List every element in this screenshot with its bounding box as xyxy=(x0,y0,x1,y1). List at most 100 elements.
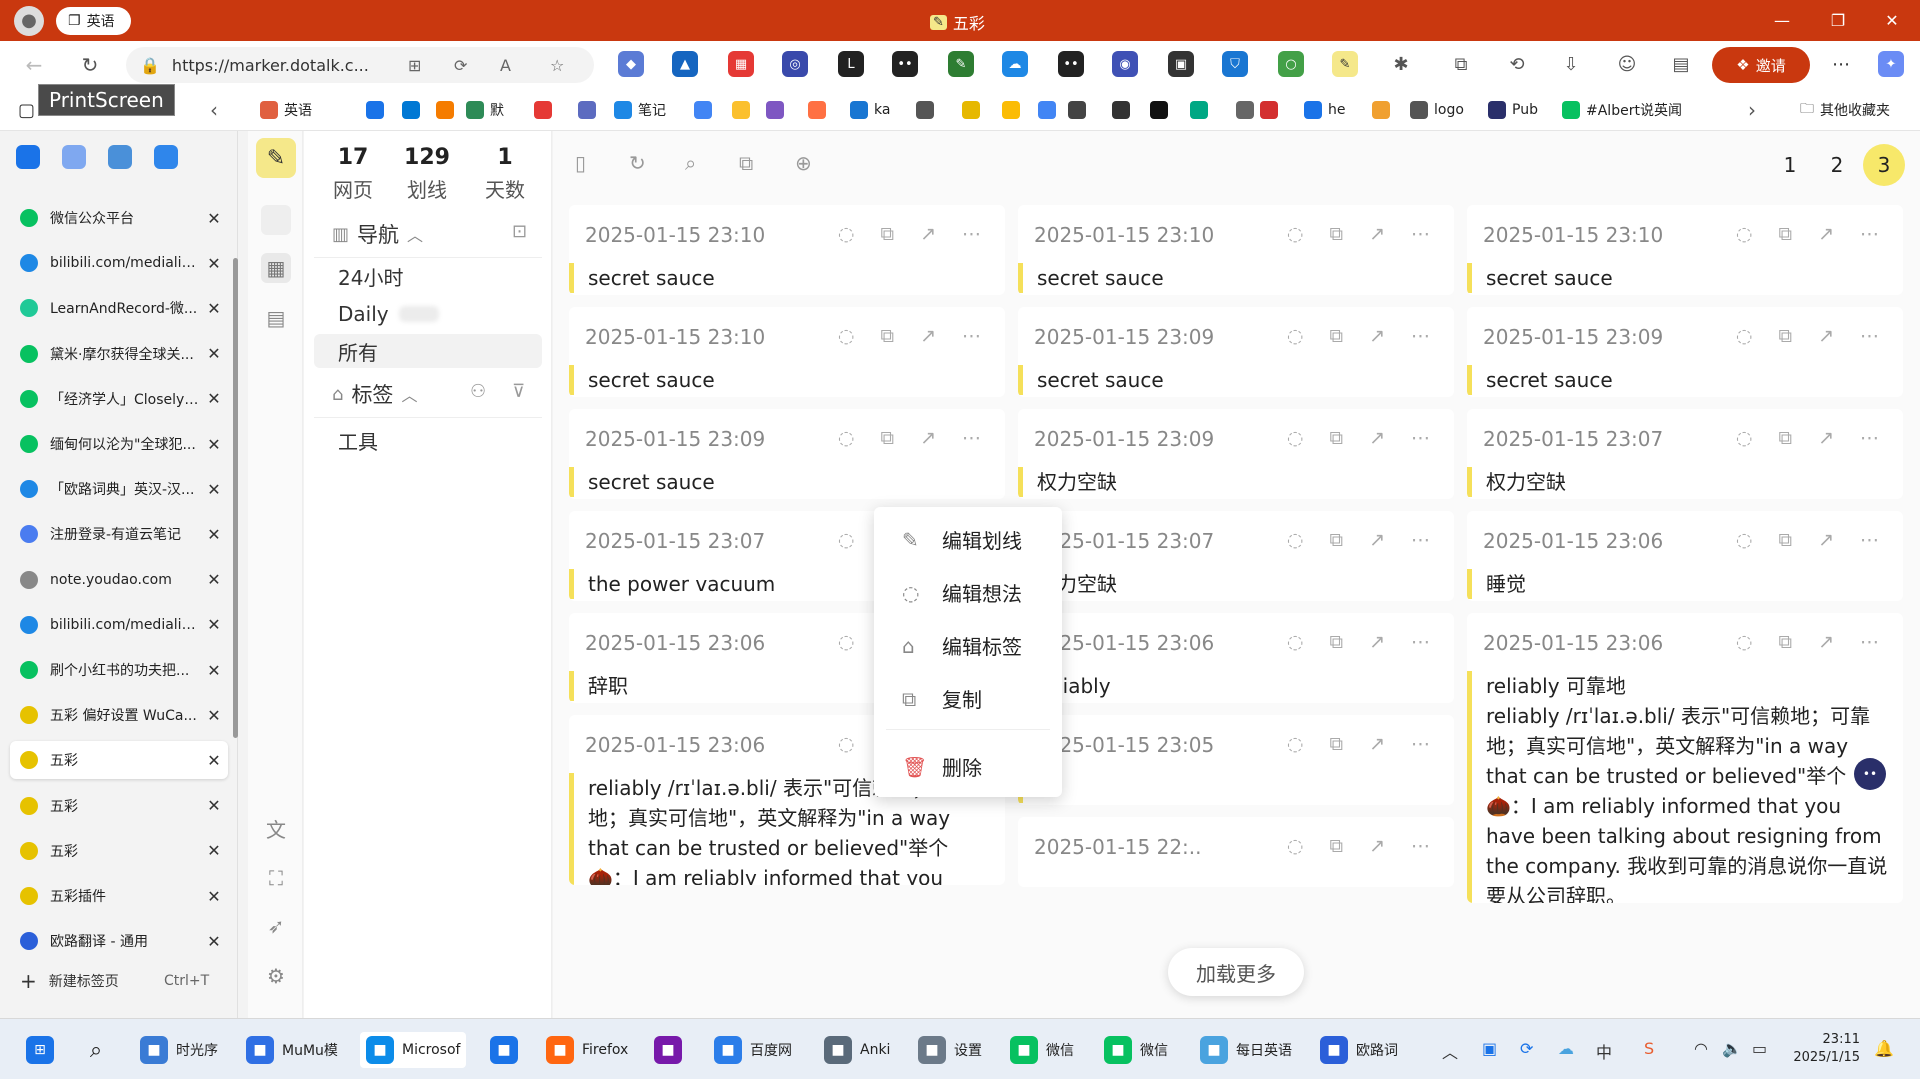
copy-icon[interactable]: ⧉ xyxy=(1330,529,1344,551)
tray-ime-icon[interactable]: 中 xyxy=(1596,1039,1612,1063)
pinned-tab-icon[interactable] xyxy=(108,145,132,169)
load-more-button[interactable]: 加载更多 xyxy=(1168,948,1304,996)
extension-bot-icon[interactable]: ◉ xyxy=(1112,51,1138,77)
copy-icon[interactable]: ⧉ xyxy=(1779,325,1793,347)
highlight-card[interactable]: 2025-01-15 23:10 ◌ ⧉ ↗ ⋯ secret sauce xyxy=(569,307,1005,397)
close-tab-icon[interactable]: ✕ xyxy=(200,570,228,589)
taskbar-app[interactable]: ■ Anki xyxy=(818,1032,896,1068)
extension-circle-icon[interactable]: ◎ xyxy=(782,51,808,77)
bookmark-item[interactable] xyxy=(534,98,552,122)
search-icon[interactable]: ⌕ xyxy=(685,151,696,175)
taskbar-app[interactable]: ■ Microsof xyxy=(360,1032,467,1068)
more-dots-icon[interactable]: ⋯ xyxy=(1860,529,1879,551)
collections-icon[interactable]: ⧉ xyxy=(1448,51,1474,77)
close-tab-icon[interactable]: ✕ xyxy=(200,615,228,634)
grid-view-icon[interactable]: ▦ xyxy=(261,253,291,283)
more-dots-icon[interactable]: ⋯ xyxy=(1411,835,1430,857)
taskbar-app[interactable]: ■ 百度网 xyxy=(708,1032,798,1068)
highlight-card[interactable]: 2025-01-15 23:10 ◌ ⧉ ↗ ⋯ secret sauce xyxy=(569,205,1005,295)
tab-actions-icon[interactable]: ▢ xyxy=(18,100,35,121)
more-dots-icon[interactable]: ⋯ xyxy=(962,223,981,245)
favorite-star-icon[interactable]: ☆ xyxy=(550,56,564,75)
copy-icon[interactable]: ⧉ xyxy=(1330,427,1344,449)
menu-copy[interactable]: ⧉ 复制 xyxy=(902,684,982,713)
comment-icon[interactable]: ◌ xyxy=(1287,733,1304,755)
nav-section-header[interactable]: ▥ 导航 ︿ xyxy=(332,219,423,249)
copy-icon[interactable]: ⧉ xyxy=(1330,223,1344,245)
open-external-icon[interactable]: ↗ xyxy=(1818,631,1834,653)
copy-icon[interactable]: ⧉ xyxy=(1779,631,1793,653)
more-dots-icon[interactable]: ⋯ xyxy=(1860,631,1879,653)
scan-icon[interactable]: ⛶ xyxy=(261,863,291,893)
comment-icon[interactable]: ◌ xyxy=(838,631,855,653)
tag-tree-icon[interactable]: ⚇ xyxy=(470,381,486,402)
tray-chevron-icon[interactable]: ︿ xyxy=(1442,1039,1458,1063)
reload-button[interactable]: ↻ xyxy=(72,47,108,83)
extension-ring-icon[interactable]: ○ xyxy=(1278,51,1304,77)
close-tab-icon[interactable]: ✕ xyxy=(200,480,228,499)
copy-icon[interactable]: ⧉ xyxy=(1779,529,1793,551)
panel-toggle-icon[interactable]: ▯ xyxy=(575,151,586,175)
bookmark-item[interactable] xyxy=(1236,98,1254,122)
extensions-puzzle-icon[interactable]: ✱ xyxy=(1388,51,1414,77)
comment-icon[interactable]: ◌ xyxy=(838,427,855,449)
wucai-extension-icon[interactable]: ✎ xyxy=(1332,51,1358,77)
vertical-tab[interactable]: 黛米·摩尔获得全球关... ✕ xyxy=(10,335,228,373)
copy-icon[interactable]: ⧉ xyxy=(1330,733,1344,755)
open-external-icon[interactable]: ↗ xyxy=(1369,427,1385,449)
vertical-tab[interactable]: 五彩 ✕ xyxy=(10,832,228,870)
close-tab-icon[interactable]: ✕ xyxy=(200,661,228,680)
translate-icon[interactable]: 文 xyxy=(261,813,291,843)
close-tab-icon[interactable]: ✕ xyxy=(200,389,228,408)
open-external-icon[interactable]: ↗ xyxy=(1369,631,1385,653)
copy-icon[interactable]: ⧉ xyxy=(881,427,895,449)
open-external-icon[interactable]: ↗ xyxy=(1818,427,1834,449)
bookmarks-more-chevron-icon[interactable]: › xyxy=(1734,92,1770,128)
page-1-button[interactable]: 1 xyxy=(1769,144,1811,186)
copy-icon[interactable]: ⧉ xyxy=(1779,223,1793,245)
bookmark-item[interactable] xyxy=(766,98,784,122)
notification-bell-icon[interactable]: 🔔 xyxy=(1874,1039,1894,1058)
bookmark-item[interactable] xyxy=(578,98,596,122)
bookmark-item[interactable]: he xyxy=(1304,98,1346,122)
nav-item-all[interactable]: 所有 xyxy=(314,334,542,368)
comment-icon[interactable]: ◌ xyxy=(1287,631,1304,653)
collapse-sidebar-chevron-icon[interactable]: ‹ xyxy=(196,92,232,128)
maximize-button[interactable]: ❐ xyxy=(1810,0,1866,41)
menu-delete[interactable]: 🗑 删除 xyxy=(902,752,982,781)
sidebar-toggle-icon[interactable]: ▤ xyxy=(1668,51,1694,77)
extension-shield-icon[interactable]: ⛉ xyxy=(1222,51,1248,77)
extension-eyes-icon[interactable]: •• xyxy=(892,51,918,77)
sync-icon[interactable]: ⟳ xyxy=(454,56,467,75)
taskbar-app[interactable]: ■ xyxy=(484,1032,524,1068)
taskbar-app[interactable]: ■ xyxy=(648,1032,688,1068)
vertical-tab[interactable]: 微信公众平台 ✕ xyxy=(10,199,228,237)
nav-item-daily[interactable]: Daily xyxy=(314,297,542,331)
vertical-tab[interactable]: 欧路翻译 - 通用 ✕ xyxy=(10,922,228,960)
open-external-icon[interactable]: ↗ xyxy=(1818,223,1834,245)
comment-icon[interactable]: ◌ xyxy=(1736,325,1753,347)
taskbar-search[interactable]: ⌕ xyxy=(76,1032,116,1068)
more-dots-icon[interactable]: ⋯ xyxy=(1860,427,1879,449)
clock[interactable]: 23:11 2025/1/15 xyxy=(1793,1031,1860,1067)
close-tab-icon[interactable]: ✕ xyxy=(200,706,228,725)
add-circle-icon[interactable]: ⊕ xyxy=(795,151,812,175)
table-view-icon[interactable]: ▤ xyxy=(261,303,291,333)
close-tab-icon[interactable]: ✕ xyxy=(200,525,228,544)
highlight-card[interactable]: 2025-01-15 23:09 ◌ ⧉ ↗ ⋯ secret sauce xyxy=(1467,307,1903,397)
assistant-bot-icon[interactable]: •• xyxy=(1854,758,1886,790)
extension-grid-icon[interactable]: ▦ xyxy=(728,51,754,77)
close-tab-icon[interactable]: ✕ xyxy=(200,932,228,951)
vertical-tab[interactable]: 五彩插件 ✕ xyxy=(10,877,228,915)
vertical-tab[interactable]: bilibili.com/medialist... ✕ xyxy=(10,606,228,644)
bookmark-item[interactable] xyxy=(1112,98,1130,122)
tray-app-icon[interactable]: ▣ xyxy=(1482,1039,1497,1058)
taskbar-app[interactable]: ■ 微信 xyxy=(1098,1032,1174,1068)
highlight-card[interactable]: 2025-01-15 23:07 ◌ ⧉ ↗ ⋯ 权力空缺 xyxy=(1018,511,1454,601)
bookmark-item[interactable] xyxy=(808,98,826,122)
profile-avatar[interactable]: ● xyxy=(14,5,44,36)
comment-icon[interactable]: ◌ xyxy=(838,325,855,347)
comment-icon[interactable]: ◌ xyxy=(1736,223,1753,245)
highlight-card[interactable]: 2025-01-15 23:10 ◌ ⧉ ↗ ⋯ secret sauce xyxy=(1467,205,1903,295)
close-window-button[interactable]: ✕ xyxy=(1864,0,1920,41)
